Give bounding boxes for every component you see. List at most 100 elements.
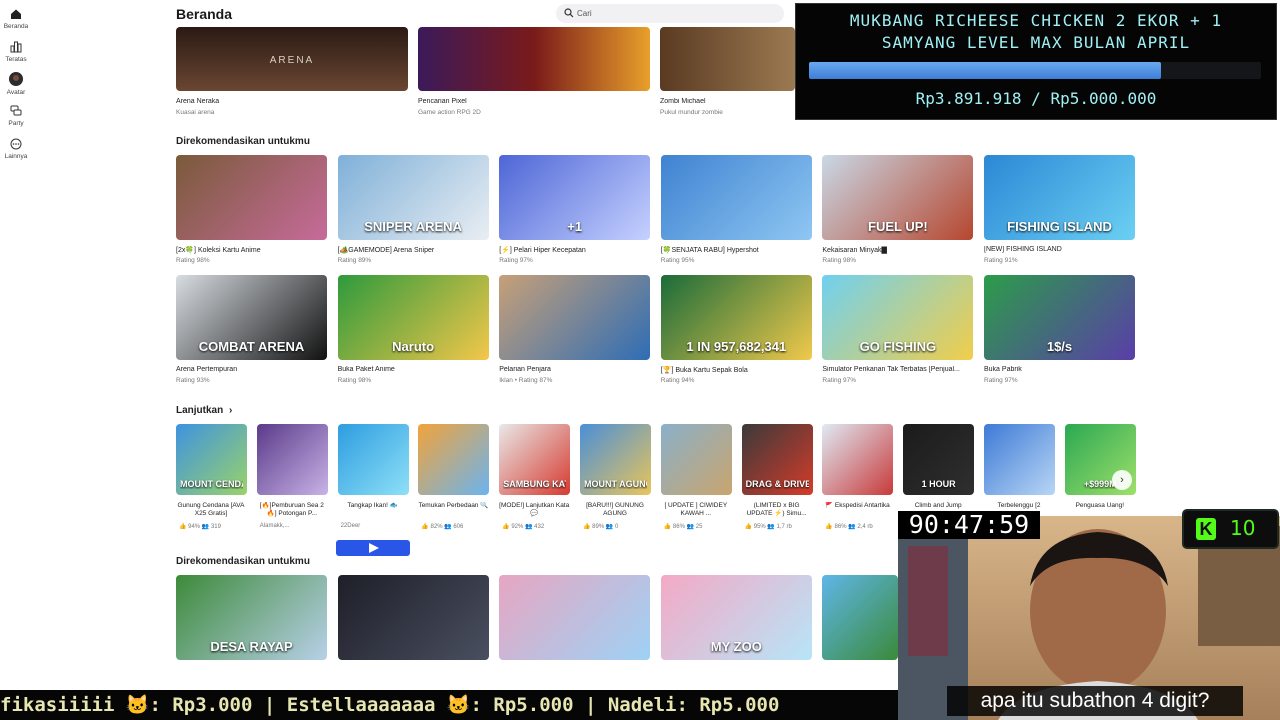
game-thumbnail[interactable]: FUEL UP! bbox=[822, 155, 974, 240]
section-title-recommended-2: Direkomendasikan untukmu bbox=[176, 556, 310, 567]
game-title[interactable]: Gunung Cendana [AVA X25 Gratis] bbox=[175, 502, 247, 518]
game-title[interactable]: Arena Pertempuran bbox=[176, 366, 327, 373]
play-button[interactable] bbox=[336, 540, 410, 556]
game-title[interactable]: [2x🍀] Koleksi Kartu Anime bbox=[176, 246, 327, 254]
game-title[interactable]: [⚡] Pelari Hiper Kecepatan bbox=[499, 246, 650, 254]
game-thumbnail[interactable] bbox=[822, 575, 899, 660]
game-title[interactable]: Pencarian Pixel bbox=[418, 98, 650, 105]
game-stats: Alamakk,... bbox=[259, 523, 290, 529]
thumbnail-art-text: MY ZOO bbox=[710, 639, 762, 654]
game-stats: 22Deer bbox=[340, 523, 361, 529]
game-stats: 👍 86% 👥 25 bbox=[663, 524, 703, 530]
game-thumbnail[interactable] bbox=[337, 424, 409, 495]
game-thumbnail[interactable]: GO FISHING bbox=[822, 275, 974, 360]
sidebar-item-label: Teratas bbox=[5, 56, 27, 63]
thumbnail-art-text: DRAG & DRIVE bbox=[745, 479, 809, 489]
game-thumbnail[interactable]: 1$/s bbox=[984, 275, 1135, 360]
game-thumbnail[interactable] bbox=[256, 424, 328, 495]
game-stats: 👍 86% 👥 2,4 rb bbox=[825, 524, 873, 530]
donation-ticker: fikasiiiii 🐱: Rp3.000 | Estellaaaaaaa 🐱:… bbox=[0, 690, 898, 720]
game-thumbnail[interactable] bbox=[499, 575, 651, 660]
thumbnail-art-text: 1 HOUR bbox=[921, 479, 956, 489]
game-title[interactable]: [🍀SENJATA RABU] Hypershot bbox=[661, 246, 812, 254]
game-title[interactable]: [🏕️GAMEMODE] Arena Sniper bbox=[338, 246, 489, 254]
sidebar-item-charts[interactable]: Teratas bbox=[0, 41, 32, 63]
game-rating: Rating 97% bbox=[499, 257, 533, 264]
caption-subtitle: apa itu subathon 4 digit? bbox=[947, 686, 1243, 716]
game-title[interactable]: Pelarian Penjara bbox=[499, 366, 650, 373]
search-placeholder: Cari bbox=[577, 9, 592, 18]
game-rating: Rating 98% bbox=[822, 257, 856, 264]
game-thumbnail[interactable]: DESA RAYAP bbox=[176, 575, 327, 660]
game-thumbnail[interactable] bbox=[418, 424, 490, 495]
game-title[interactable]: [BARU!!!] GUNUNG AGUNG bbox=[579, 502, 651, 518]
game-title[interactable]: [MODE!] Lanjutkan Kata 💬 bbox=[498, 502, 570, 518]
home-icon bbox=[11, 9, 21, 19]
charts-icon bbox=[10, 41, 22, 53]
game-title[interactable]: Simulator Perikanan Tak Terbatas [Penjua… bbox=[822, 366, 973, 373]
section-title-continue[interactable]: Lanjutkan › bbox=[176, 405, 232, 416]
game-title[interactable]: Arena Neraka bbox=[176, 98, 408, 105]
game-title[interactable]: [NEW] FISHING ISLAND bbox=[984, 246, 1135, 253]
thumbnail-art-text: 1 IN 957,682,341 bbox=[686, 339, 787, 354]
thumbnail-art-text: FISHING ISLAND bbox=[1007, 219, 1112, 234]
sidebar-item-party[interactable]: Party bbox=[0, 105, 32, 127]
game-thumbnail[interactable]: 1 HOUR bbox=[903, 424, 975, 495]
game-thumbnail[interactable]: MOUNT CENDANA bbox=[176, 424, 247, 495]
kick-viewer-count: 10 bbox=[1230, 516, 1256, 540]
game-title[interactable]: Kekaisaran Minyak▇ bbox=[822, 246, 973, 254]
donation-progress-fill bbox=[809, 62, 1161, 79]
donation-goal-title: MUKBANG RICHEESE CHICKEN 2 EKOR + 1 SAMY… bbox=[796, 10, 1276, 54]
game-tile-pencarian-pixel[interactable] bbox=[418, 27, 650, 91]
game-thumbnail[interactable] bbox=[660, 155, 812, 240]
sidebar-item-avatar[interactable]: Avatar bbox=[0, 72, 32, 96]
game-thumbnail[interactable]: MY ZOO bbox=[660, 575, 812, 660]
game-rating: Rating 93% bbox=[176, 377, 210, 384]
scroll-right-button[interactable]: › bbox=[1112, 470, 1132, 490]
game-stats: 👍 89% 👥 0 bbox=[583, 524, 619, 530]
game-title[interactable]: Buka Paket Anime bbox=[338, 366, 489, 373]
game-rating: Rating 98% bbox=[176, 257, 210, 264]
game-stats: 👍 95% 👥 1,7 rb bbox=[744, 524, 792, 530]
game-title[interactable]: [🔥]Pemburuan Sea 2🔥] Potongan P... bbox=[256, 502, 328, 518]
game-thumbnail[interactable]: SAMBUNG KATA bbox=[499, 424, 571, 495]
game-rating: Rating 97% bbox=[822, 377, 856, 384]
game-thumbnail[interactable]: FISHING ISLAND bbox=[984, 155, 1135, 240]
sidebar-item-more[interactable]: Lainnya bbox=[0, 138, 32, 160]
game-thumbnail[interactable]: 1 IN 957,682,341 bbox=[660, 275, 812, 360]
thumbnail-art-text: GO FISHING bbox=[859, 339, 937, 354]
game-thumbnail[interactable] bbox=[499, 275, 651, 360]
game-title[interactable]: Tangkap Ikan! 🐟 bbox=[337, 502, 409, 518]
search-input[interactable]: Cari bbox=[556, 4, 784, 23]
game-thumbnail[interactable] bbox=[660, 424, 732, 495]
game-thumbnail[interactable]: DRAG & DRIVE bbox=[741, 424, 813, 495]
game-thumbnail[interactable]: +1 bbox=[499, 155, 651, 240]
game-stats: 👍 92% 👥 432 bbox=[502, 524, 545, 530]
sidebar-item-label: Avatar bbox=[6, 89, 26, 96]
game-title[interactable]: (LIMITED x BIG UPDATE ⚡) Simu... bbox=[741, 502, 813, 518]
game-thumbnail[interactable] bbox=[337, 575, 489, 660]
game-thumbnail[interactable]: COMBAT ARENA bbox=[176, 275, 327, 360]
sidebar-item-label: Lainnya bbox=[4, 153, 28, 160]
game-tile-arena-neraka[interactable]: ARENA bbox=[176, 27, 408, 91]
thumbnail-art-text: DESA RAYAP bbox=[210, 639, 293, 654]
sidebar-item-home[interactable]: Beranda bbox=[0, 8, 32, 30]
game-title[interactable]: Zombi Michael bbox=[660, 98, 795, 105]
game-thumbnail[interactable]: SNIPER ARENA bbox=[337, 155, 489, 240]
game-thumbnail[interactable] bbox=[822, 424, 894, 495]
game-rating: Rating 97% bbox=[984, 377, 1018, 384]
game-thumbnail[interactable]: MOUNT AGUNG bbox=[580, 424, 651, 495]
game-title[interactable]: [🏆] Buka Kartu Sepak Bola bbox=[661, 366, 812, 374]
game-title[interactable]: [ UPDATE ] CIWIDEY KAWAH ... bbox=[660, 502, 732, 518]
ticker-text: fikasiiiii 🐱: Rp3.000 | Estellaaaaaaa 🐱:… bbox=[0, 694, 780, 716]
thumbnail-art-text: SAMBUNG KATA bbox=[503, 479, 566, 489]
game-tile-zombi-michael[interactable] bbox=[660, 27, 795, 91]
game-rating: Rating 98% bbox=[337, 377, 372, 384]
game-thumbnail[interactable] bbox=[176, 155, 327, 240]
game-thumbnail[interactable] bbox=[984, 424, 1055, 495]
game-title[interactable]: 🚩 Ekspedisi Antartika bbox=[821, 502, 893, 518]
thumbnail-art-text: COMBAT ARENA bbox=[198, 339, 305, 354]
game-title[interactable]: Temukan Perbedaan 🔍 bbox=[417, 502, 489, 518]
game-thumbnail[interactable]: Naruto bbox=[337, 275, 489, 360]
game-title[interactable]: Buka Pabrik bbox=[984, 366, 1135, 373]
